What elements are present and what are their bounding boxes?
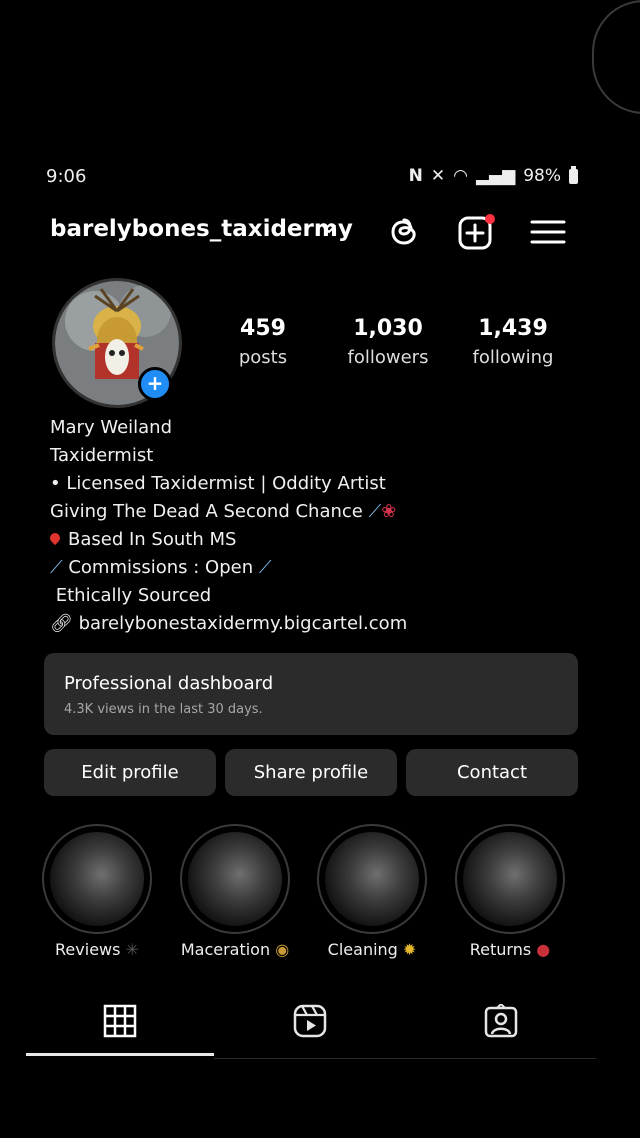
stat-label: followers: [347, 347, 429, 368]
stat-value: 1,030: [353, 316, 423, 341]
threads-icon[interactable]: [384, 212, 424, 252]
mute-icon: ✕: [430, 166, 446, 186]
sparkle-icon: ✳: [125, 940, 139, 959]
highlight-cleaning[interactable]: [317, 824, 427, 934]
bio-link-row[interactable]: 🔗︎ barelybonestaxidermy.bigcartel.com: [50, 610, 407, 638]
highlight-cover: [325, 832, 419, 926]
flower-icon: ❀: [381, 501, 397, 522]
account-username[interactable]: barelybones_taxidermy: [50, 216, 353, 242]
highlight-label: Cleaning ✹: [327, 940, 417, 959]
highlight-returns[interactable]: [455, 824, 565, 934]
dashboard-title: Professional dashboard: [64, 673, 274, 694]
bee-icon: ✹: [402, 940, 417, 959]
stat-label: posts: [238, 347, 288, 368]
profile-bio: Mary Weiland Taxidermist • Licensed Taxi…: [47, 414, 407, 638]
battery-percent: 98%: [523, 166, 561, 186]
pin-icon: [47, 530, 63, 546]
reels-icon[interactable]: [293, 1004, 327, 1038]
needle-icon: ⟋: [368, 501, 382, 522]
profile-category: Taxidermist: [50, 445, 154, 466]
highlight-label: Reviews ✳: [55, 940, 139, 959]
bio-text: Based In South MS: [68, 529, 237, 550]
bio-line: Based In South MS: [47, 526, 407, 554]
needle-icon: ⟋: [258, 557, 272, 578]
menu-icon[interactable]: [528, 212, 568, 252]
active-tab-indicator: [26, 1053, 214, 1056]
bio-link[interactable]: barelybonestaxidermy.bigcartel.com: [79, 613, 408, 634]
status-icons: N ✕ ◠ ▂▄▆ 98%: [408, 165, 578, 186]
status-time: 9:06: [46, 166, 87, 187]
edit-profile-button[interactable]: Edit profile: [44, 749, 216, 796]
bio-line: ⟋ Commissions : Open ⟋: [50, 554, 407, 582]
snail-icon: ◉: [275, 940, 290, 959]
highlight-cover: [188, 832, 282, 926]
profile-name: Mary Weiland: [50, 417, 173, 438]
highlight-cover: [50, 832, 144, 926]
create-post-icon[interactable]: [456, 212, 496, 252]
dashboard-subtitle: 4.3K views in the last 30 days.: [64, 702, 263, 717]
stat-followers[interactable]: 1,030 followers: [323, 316, 453, 368]
highlight-maceration[interactable]: [180, 824, 290, 934]
highlight-label: Returns ●: [469, 940, 551, 959]
link-icon: 🔗︎: [50, 613, 73, 634]
tagged-icon[interactable]: [484, 1004, 518, 1038]
highlight-label: Maceration ◉: [180, 940, 290, 959]
bug-icon: ●: [536, 940, 551, 959]
stat-value: 459: [240, 316, 286, 341]
nfc-icon: N: [408, 166, 423, 186]
stat-value: 1,439: [478, 316, 548, 341]
needle-icon: ⟋: [50, 557, 63, 578]
stat-posts[interactable]: 459 posts: [198, 316, 328, 368]
grid-icon[interactable]: [103, 1004, 137, 1038]
bio-text: Giving The Dead A Second Chance: [50, 501, 363, 522]
bio-line: • Licensed Taxidermist | Oddity Artist: [50, 473, 386, 494]
bio-text: Ethically Sourced: [55, 585, 212, 606]
signal-icon: ▂▄▆: [475, 166, 516, 186]
share-profile-button[interactable]: Share profile: [225, 749, 397, 796]
contact-button[interactable]: Contact: [406, 749, 578, 796]
bio-line: Ethically Sourced: [50, 582, 407, 610]
bio-text: Commissions : Open: [68, 557, 254, 578]
highlight-cover: [463, 832, 557, 926]
highlight-reviews[interactable]: [42, 824, 152, 934]
bio-line: Giving The Dead A Second Chance ⟋❀: [50, 498, 407, 526]
wifi-icon: ◠: [453, 166, 468, 186]
battery-icon: [569, 165, 578, 184]
notification-dot: [485, 214, 495, 224]
stat-following[interactable]: 1,439 following: [448, 316, 578, 368]
highlight-partial[interactable]: [592, 0, 640, 114]
chevron-down-icon[interactable]: [320, 220, 338, 238]
professional-dashboard[interactable]: Professional dashboard 4.3K views in the…: [44, 653, 578, 735]
stat-label: following: [472, 347, 554, 368]
add-story-button[interactable]: +: [138, 367, 172, 401]
tab-divider: [214, 1058, 596, 1059]
